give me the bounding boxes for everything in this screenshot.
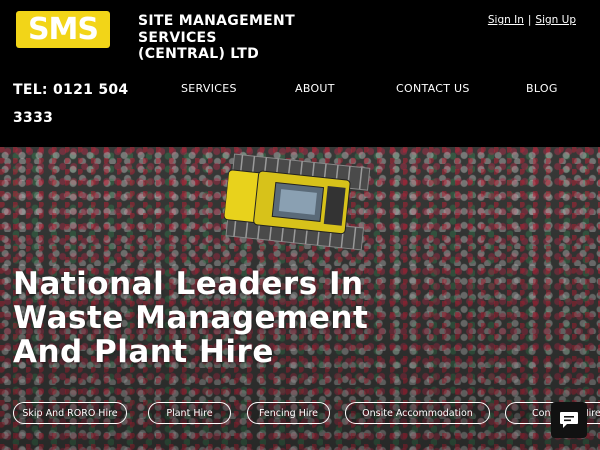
logo-text: SMS bbox=[27, 11, 99, 47]
service-pill-onsite-accommodation[interactable]: Onsite Accommodation bbox=[345, 402, 490, 424]
nav-blog[interactable]: BLOG bbox=[526, 82, 558, 95]
sign-up-link[interactable]: Sign Up bbox=[535, 14, 576, 26]
compactor-machine-image bbox=[223, 153, 371, 251]
chat-widget-button[interactable] bbox=[551, 402, 587, 438]
company-name: SITE MANAGEMENT SERVICES (CENTRAL) LTD bbox=[138, 13, 295, 62]
sign-in-link[interactable]: Sign In bbox=[488, 14, 524, 26]
hero-banner: National Leaders In Waste Management And… bbox=[0, 147, 600, 450]
auth-separator: | bbox=[527, 14, 532, 26]
headline-line-1: National Leaders In bbox=[13, 266, 364, 302]
auth-links: Sign In | Sign Up bbox=[488, 14, 576, 26]
site-header: SMS SITE MANAGEMENT SERVICES (CENTRAL) L… bbox=[0, 0, 600, 147]
telephone-number[interactable]: TEL: 0121 504 3333 bbox=[13, 76, 143, 132]
nav-services[interactable]: SERVICES bbox=[181, 82, 237, 95]
headline-line-3: And Plant Hire bbox=[13, 334, 274, 370]
nav-contact-us[interactable]: CONTACT US bbox=[396, 82, 470, 95]
chat-icon bbox=[560, 412, 578, 428]
service-pill-fencing-hire[interactable]: Fencing Hire bbox=[247, 402, 330, 424]
hero-headline: National Leaders In Waste Management And… bbox=[13, 267, 368, 369]
nav-about[interactable]: ABOUT bbox=[295, 82, 335, 95]
service-pill-skip-roro-hire[interactable]: Skip And RORO Hire bbox=[13, 402, 127, 424]
sms-logo[interactable]: SMS bbox=[16, 11, 110, 48]
service-pill-plant-hire[interactable]: Plant Hire bbox=[148, 402, 231, 424]
headline-line-2: Waste Management bbox=[13, 300, 369, 336]
